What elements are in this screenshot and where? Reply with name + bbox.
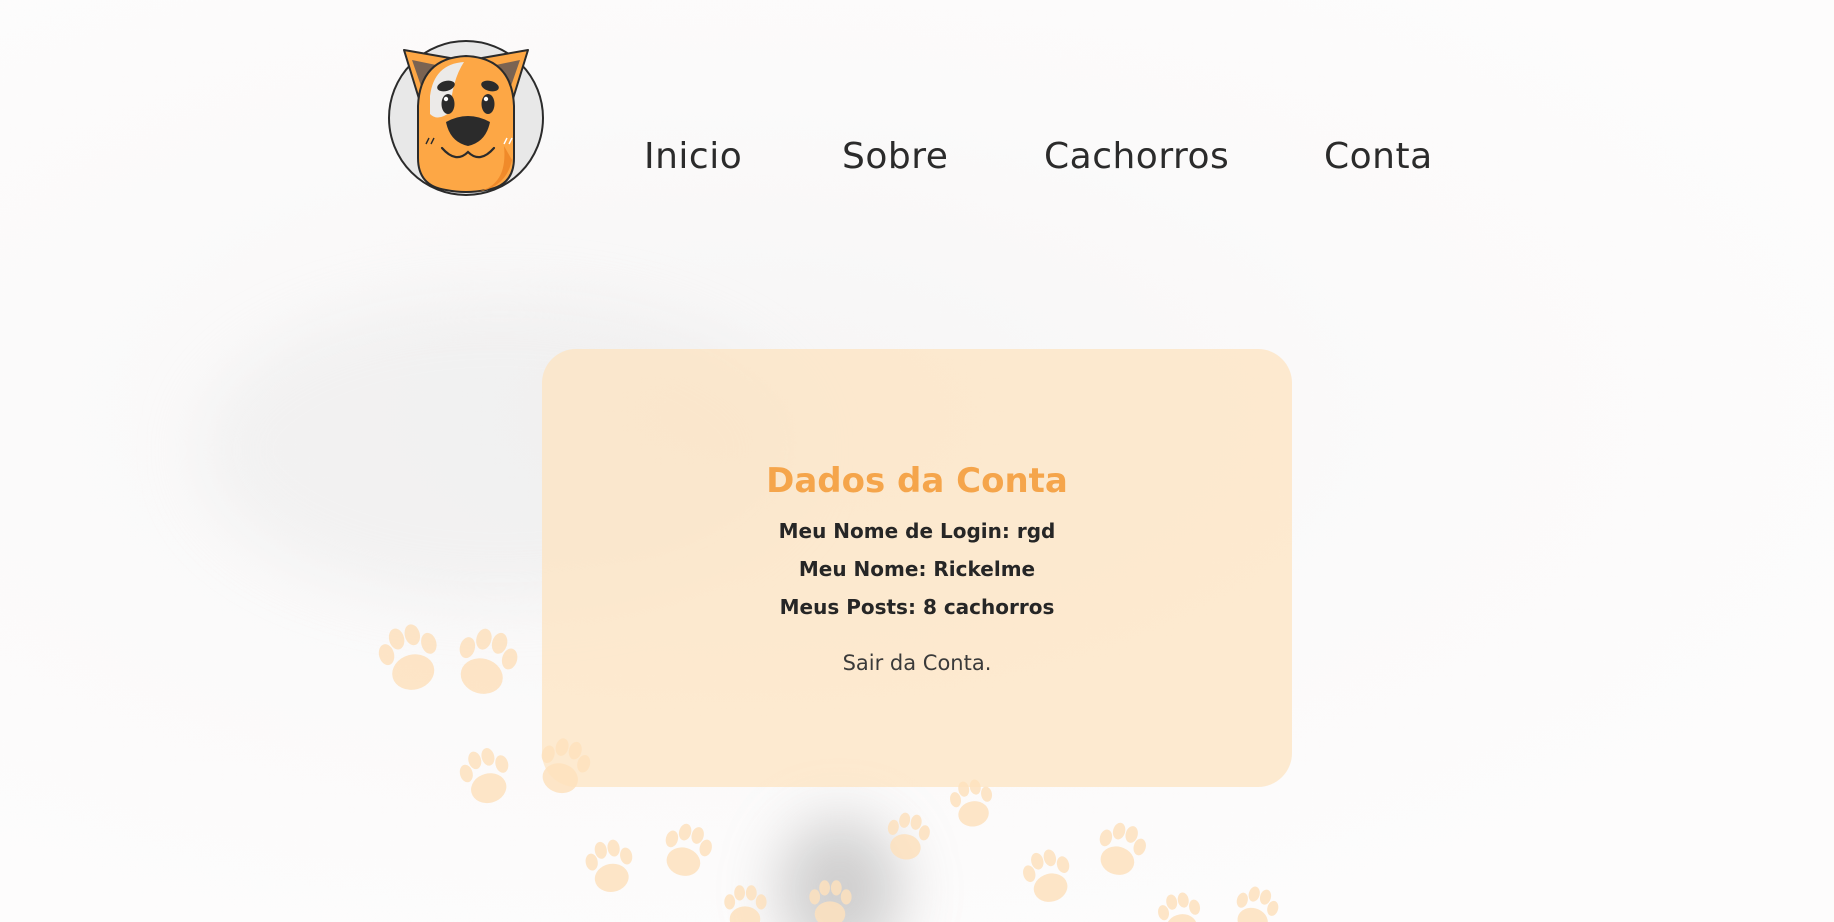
paw-print-icon [1091, 818, 1151, 881]
paw-print-icon [1229, 882, 1283, 922]
paw-print-icon [449, 623, 523, 701]
account-card: Dados da Conta Meu Nome de Login: rgd Me… [542, 349, 1292, 787]
dog-face-logo-icon [388, 40, 544, 196]
logout-link[interactable]: Sair da Conta. [542, 651, 1292, 675]
login-name-label: Meu Nome de Login: [778, 519, 1017, 543]
dog-logo[interactable] [386, 36, 546, 196]
posts-row: Meus Posts: 8 cachorros [542, 595, 1292, 619]
paw-print-icon [455, 743, 517, 809]
nav-item-conta[interactable]: Conta [1324, 136, 1433, 177]
posts-label: Meus Posts: [779, 595, 923, 619]
paw-print-icon [657, 819, 717, 882]
paw-print-icon [809, 880, 852, 922]
login-name-row: Meu Nome de Login: rgd [542, 519, 1292, 543]
name-row: Meu Nome: Rickelme [542, 557, 1292, 581]
paw-print-icon [1155, 889, 1206, 922]
paw-print-icon [1018, 845, 1078, 908]
nav-item-cachorros[interactable]: Cachorros [1044, 136, 1229, 177]
paw-print-icon [724, 885, 767, 922]
account-title: Dados da Conta [766, 461, 1068, 501]
name-label: Meu Nome: [798, 557, 934, 581]
name-value: Rickelme [933, 557, 1036, 581]
login-name-value: rgd [1016, 519, 1056, 543]
posts-value: 8 cachorros [922, 595, 1055, 619]
nav-item-inicio[interactable]: Inicio [644, 136, 742, 177]
paw-print-icon [582, 836, 638, 896]
paw-print-icon [373, 619, 447, 697]
paw-print-icon [882, 810, 933, 864]
nav-item-sobre[interactable]: Sobre [842, 136, 948, 177]
